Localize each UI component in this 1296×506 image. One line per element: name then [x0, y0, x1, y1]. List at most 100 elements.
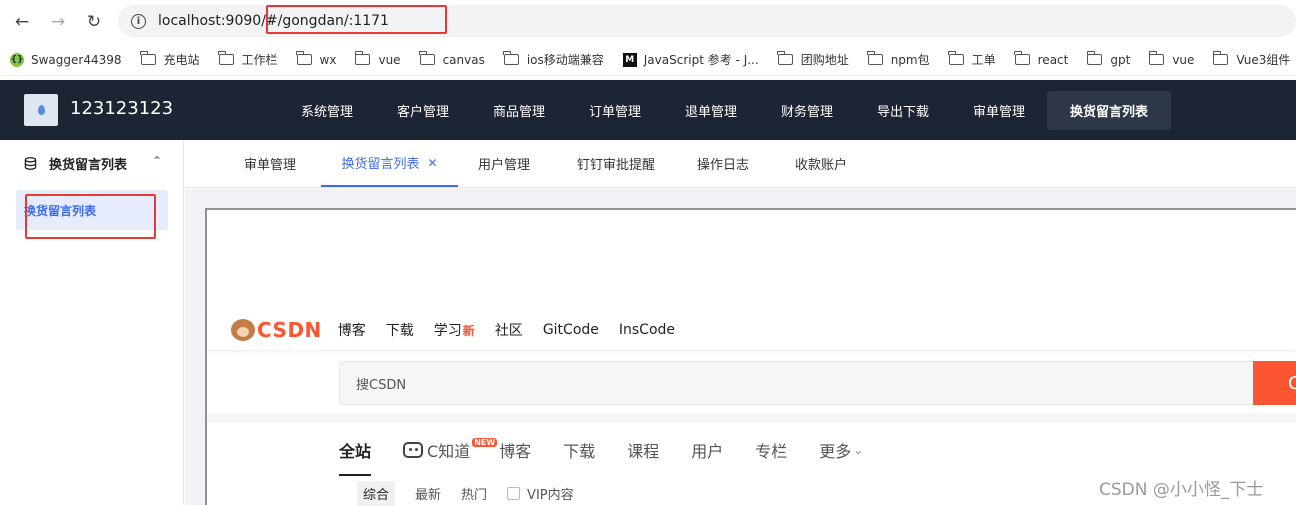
filter-hot[interactable]: 热门	[461, 484, 487, 503]
new-badge: NEW	[472, 437, 498, 447]
bookmark-label: ios移动端兼容	[526, 53, 604, 67]
bookmark-item[interactable]: 工单	[948, 51, 996, 68]
close-icon[interactable]: ✕	[427, 156, 437, 170]
nav-blog[interactable]: 博客	[338, 320, 366, 340]
bookmark-item[interactable]: canvas	[419, 51, 485, 67]
nav-gitcode[interactable]: GitCode	[543, 322, 599, 338]
search-input[interactable]: 搜CSDN	[339, 361, 1253, 405]
brand-title: 123123123	[70, 98, 174, 119]
bookmark-item[interactable]: {} Swagger44398	[10, 52, 122, 67]
url-highlight-box	[266, 5, 447, 34]
app-logo	[24, 94, 58, 126]
chevron-up-icon[interactable]: ⌃	[152, 154, 162, 168]
folder-icon	[140, 51, 156, 65]
bookmark-item[interactable]: 充电站	[140, 51, 200, 68]
category-download[interactable]: 下载	[563, 438, 595, 462]
menu-item-product[interactable]: 商品管理	[476, 91, 562, 130]
bookmark-label: 工作栏	[241, 53, 278, 67]
tab-users[interactable]: 用户管理	[467, 140, 541, 187]
menu-item-exchange-messages[interactable]: 换货留言列表	[1047, 91, 1171, 130]
chevron-down-icon: ⌄	[853, 443, 864, 457]
forward-arrow-icon[interactable]: →	[46, 10, 70, 34]
nav-community[interactable]: 社区	[495, 320, 523, 340]
bookmark-item[interactable]: vue	[354, 51, 401, 67]
bookmark-label: gpt	[1110, 52, 1131, 67]
bookmark-item[interactable]: npm包	[867, 51, 930, 68]
folder-icon	[296, 51, 312, 65]
category-blog[interactable]: 博客	[499, 438, 531, 462]
category-column[interactable]: 专栏	[755, 438, 787, 462]
category-all[interactable]: 全站	[339, 438, 372, 476]
menu-item-export[interactable]: 导出下载	[860, 91, 946, 130]
tab-label: 换货留言列表	[341, 157, 420, 172]
menu-item-finance[interactable]: 财务管理	[764, 91, 850, 130]
csdn-logo[interactable]: CSDN	[231, 318, 322, 342]
nav-download[interactable]: 下载	[386, 320, 414, 340]
vip-label: VIP内容	[527, 487, 574, 503]
bookmark-item[interactable]: gpt	[1086, 51, 1131, 67]
reload-icon[interactable]: ↻	[82, 10, 106, 34]
tab-payment-account[interactable]: 收款账户	[783, 140, 859, 187]
sidebar-highlight-box	[25, 194, 156, 239]
bookmark-label: canvas	[442, 52, 485, 67]
back-arrow-icon[interactable]: ←	[10, 10, 34, 34]
bookmark-item[interactable]: wx	[296, 51, 337, 67]
bookmark-item[interactable]: ios移动端兼容	[503, 51, 604, 68]
bookmark-item[interactable]: M JavaScript 参考 - J...	[622, 51, 759, 68]
folder-icon	[1148, 51, 1165, 65]
sidebar-group-header[interactable]: 换货留言列表	[24, 154, 127, 173]
bookmark-label: JavaScript 参考 - J...	[643, 53, 759, 67]
bookmark-item[interactable]: react	[1014, 51, 1069, 67]
folder-icon	[218, 51, 234, 65]
bookmark-label: 工单	[971, 53, 996, 67]
folder-icon	[1014, 51, 1030, 65]
browser-toolbar: ← → ↻ i localhost:9090/#/gongdan/:1171	[0, 0, 1296, 44]
category-tabs: 全站 C知道 NEW 博客 下载 课程 用户 专栏 更多 ⌄	[339, 430, 895, 476]
folder-icon	[777, 51, 793, 65]
bookmark-label: react	[1037, 52, 1069, 67]
menu-item-review[interactable]: 审单管理	[956, 91, 1042, 130]
monkey-logo-icon	[231, 319, 255, 341]
filter-comprehensive[interactable]: 综合	[357, 480, 396, 506]
bookmark-label: 充电站	[163, 53, 200, 67]
robot-icon	[403, 442, 424, 458]
tab-operation-log[interactable]: 操作日志	[685, 140, 761, 187]
folder-icon	[867, 51, 883, 65]
category-c-zhidao[interactable]: C知道	[403, 438, 470, 462]
category-more[interactable]: 更多 ⌄	[819, 438, 863, 462]
bookmark-item[interactable]: 工作栏	[218, 51, 278, 68]
filter-row: 综合 最新 热门 VIP内容	[357, 480, 574, 506]
folder-icon	[419, 51, 435, 65]
category-user[interactable]: 用户	[691, 438, 723, 462]
new-tag: 新	[462, 324, 475, 338]
embedded-iframe[interactable]: CSDN 博客 下载 学习新 社区 GitCode InsCode 搜CSDN …	[205, 208, 1296, 506]
tab-review[interactable]: 审单管理	[230, 140, 310, 187]
filter-latest[interactable]: 最新	[415, 484, 441, 503]
bookmark-label: vue	[378, 52, 401, 67]
folder-icon	[948, 51, 964, 65]
vip-checkbox[interactable]	[507, 486, 521, 500]
bookmark-item[interactable]: Vue3组件	[1212, 51, 1291, 68]
bookmark-item[interactable]: 团购地址	[777, 51, 849, 68]
folder-icon	[354, 51, 371, 65]
nav-learn[interactable]: 学习新	[434, 320, 475, 340]
nav-inscode[interactable]: InsCode	[619, 322, 675, 338]
menu-item-customer[interactable]: 客户管理	[380, 91, 466, 130]
bookmark-label: vue	[1172, 52, 1195, 67]
category-course[interactable]: 课程	[627, 438, 659, 462]
bookmark-label: Swagger44398	[31, 52, 122, 67]
bookmark-label: Vue3组件	[1236, 53, 1291, 67]
bookmark-label: 团购地址	[800, 53, 849, 67]
bookmark-label: wx	[319, 52, 337, 67]
menu-item-order[interactable]: 订单管理	[572, 91, 658, 130]
page-tabs: 审单管理 换货留言列表 ✕ 用户管理 钉钉审批提醒 操作日志 收款账户	[185, 140, 1296, 188]
tab-dingtalk-reminder[interactable]: 钉钉审批提醒	[561, 140, 671, 187]
tab-exchange-messages[interactable]: 换货留言列表 ✕	[321, 140, 458, 187]
info-icon[interactable]: i	[131, 13, 146, 29]
menu-item-system[interactable]: 系统管理	[284, 91, 370, 130]
sidebar-group-label: 换货留言列表	[49, 158, 128, 173]
search-button[interactable]: C	[1253, 361, 1296, 405]
swagger-icon: {}	[10, 52, 24, 67]
menu-item-refund[interactable]: 退单管理	[668, 91, 754, 130]
bookmark-item[interactable]: vue	[1148, 51, 1195, 67]
